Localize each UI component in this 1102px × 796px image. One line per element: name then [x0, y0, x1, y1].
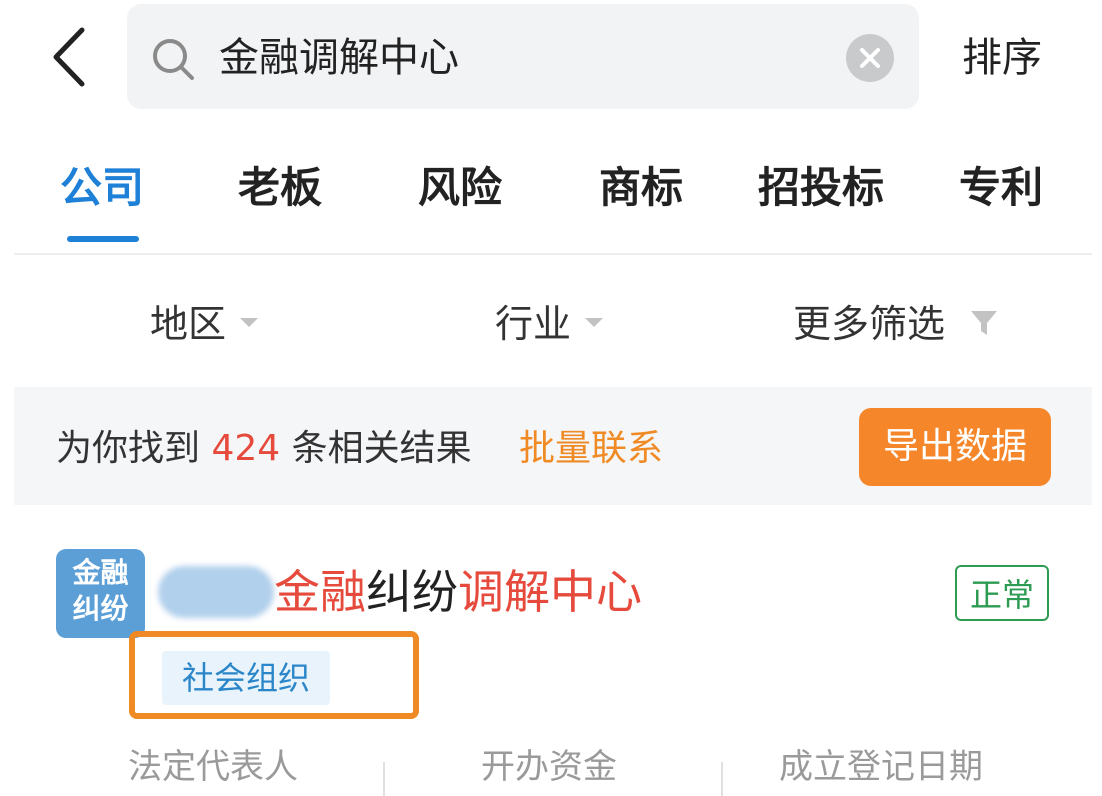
logo-line-1: 金融 [72, 556, 129, 589]
back-button[interactable] [40, 22, 100, 92]
more-filters-label: 更多筛选 [793, 302, 946, 346]
company-name-highlight-2: 调解中心 [458, 565, 642, 619]
active-tab-indicator [67, 236, 139, 242]
caret-down-icon [240, 318, 259, 327]
result-summary: 为你找到 424 条相关结果 [56, 423, 472, 475]
company-name[interactable]: 金融纠纷调解中心 [274, 560, 642, 624]
tabs-divider [14, 253, 1092, 255]
industry-filter-label: 行业 [495, 302, 572, 346]
more-filters[interactable]: 更多筛选 [793, 296, 999, 352]
tab-boss[interactable]: 老板 [238, 158, 322, 218]
close-icon [860, 48, 880, 68]
result-suffix: 条相关结果 [291, 428, 472, 469]
tab-bidding[interactable]: 招投标 [758, 158, 884, 218]
export-data-button[interactable]: 导出数据 [859, 408, 1051, 486]
annotation-highlight-box [129, 631, 419, 719]
legal-representative-label: 法定代表人 [128, 747, 298, 787]
chevron-left-icon [53, 27, 85, 87]
region-filter[interactable]: 地区 [150, 296, 259, 352]
result-prefix: 为你找到 [56, 428, 201, 469]
search-icon [150, 36, 196, 82]
search-query[interactable]: 金融调解中心 [219, 28, 459, 88]
tab-risk[interactable]: 风险 [418, 158, 502, 218]
region-filter-label: 地区 [150, 302, 227, 346]
industry-filter[interactable]: 行业 [495, 296, 604, 352]
tab-company[interactable]: 公司 [60, 158, 144, 218]
funnel-icon [971, 310, 998, 335]
redacted-name-blur [158, 566, 274, 618]
company-name-part-2: 纠纷 [366, 565, 458, 619]
registered-capital-label: 开办资金 [481, 747, 617, 787]
sort-button[interactable]: 排序 [962, 28, 1042, 88]
result-count: 424 [211, 428, 281, 469]
tab-patent[interactable]: 专利 [959, 158, 1043, 218]
logo-line-2: 纠纷 [72, 592, 129, 625]
clear-search-button[interactable] [846, 34, 894, 82]
batch-contact-link[interactable]: 批量联系 [519, 423, 663, 475]
status-badge: 正常 [955, 565, 1049, 621]
tab-trademark[interactable]: 商标 [599, 158, 683, 218]
company-name-highlight-1: 金融 [274, 565, 366, 619]
registration-date-label: 成立登记日期 [779, 747, 983, 787]
caret-down-icon [585, 318, 604, 327]
company-logo[interactable]: 金融 纠纷 [56, 549, 145, 638]
